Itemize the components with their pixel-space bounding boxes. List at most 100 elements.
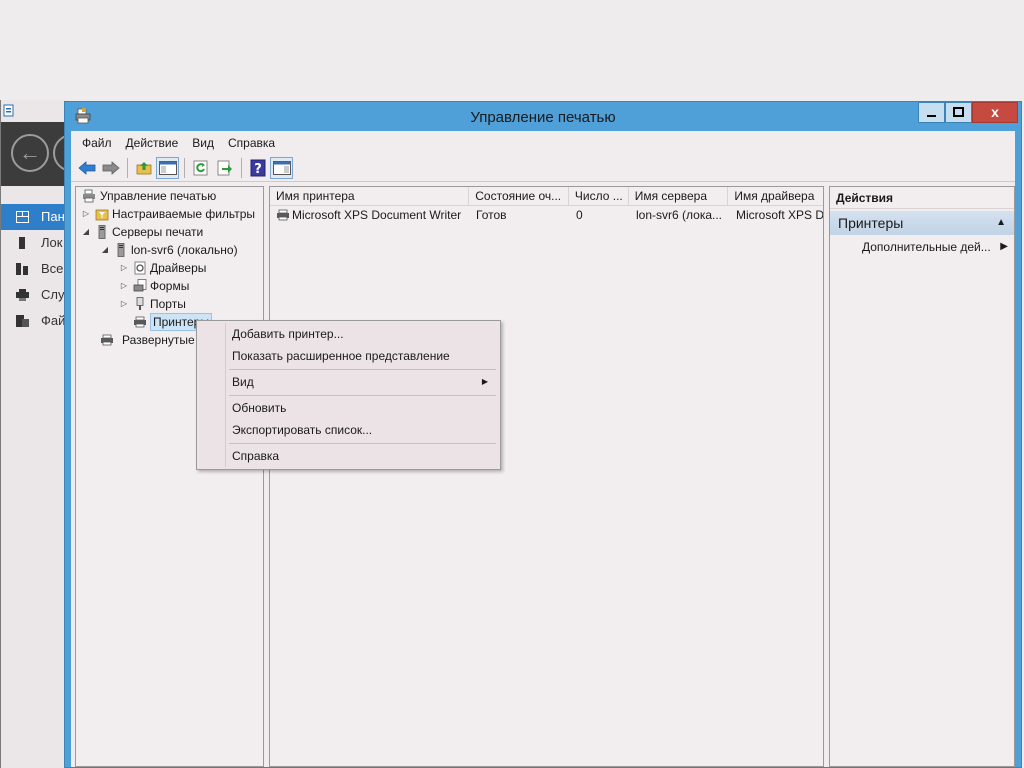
context-menu-add-printer[interactable]: Добавить принтер... <box>199 323 498 345</box>
sidebar-item-file-services[interactable]: Фай <box>1 308 71 334</box>
tree-label: Порты <box>150 297 186 311</box>
server-icon <box>98 225 106 239</box>
all-servers-icon <box>16 263 28 275</box>
back-icon <box>77 161 95 175</box>
context-menu-view[interactable]: Вид ▶ <box>199 371 498 393</box>
background-sidebar: Пан Лок Все Слу Фай <box>1 204 71 334</box>
cell-jobs-count: 0 <box>576 208 583 222</box>
filter-folder-icon <box>95 209 109 221</box>
expand-arrow-icon[interactable]: ▷ <box>120 259 128 277</box>
menu-action[interactable]: Действие <box>119 136 186 150</box>
forms-icon <box>133 279 147 292</box>
tree-label: Управление печатью <box>100 189 217 203</box>
sidebar-item-label: Все <box>41 261 64 276</box>
expand-arrow-icon[interactable]: ▷ <box>120 277 128 295</box>
tree-label: Формы <box>150 279 190 293</box>
more-actions-label: Дополнительные дей... <box>862 240 991 254</box>
export-icon <box>217 160 232 176</box>
up-one-level-button[interactable] <box>132 157 155 179</box>
sidebar-item-services[interactable]: Слу <box>1 282 71 308</box>
close-icon: x <box>991 104 999 120</box>
submenu-arrow-icon: ▶ <box>1000 241 1008 252</box>
column-header-jobs-count[interactable]: Число ... <box>569 187 629 206</box>
menu-file[interactable]: Файл <box>75 136 119 150</box>
collapse-arrow-icon[interactable]: ◢ <box>82 223 90 241</box>
sidebar-item-all-servers[interactable]: Все <box>1 256 71 282</box>
minimize-button[interactable] <box>918 102 945 123</box>
expand-arrow-icon[interactable]: ▷ <box>120 295 128 313</box>
print-management-icon <box>83 189 95 203</box>
drivers-icon <box>134 261 146 275</box>
up-folder-icon <box>136 162 151 175</box>
collapse-up-icon[interactable]: ▲ <box>996 211 1006 235</box>
context-menu-separator <box>229 395 496 396</box>
printer-list: Имя принтера Состояние оч... Число ... И… <box>269 186 824 767</box>
panes-container: Управление печатью ▷ Настраиваемые фильт… <box>71 184 1015 767</box>
back-button[interactable] <box>75 157 98 179</box>
more-actions-item[interactable]: Дополнительные дей... ▶ <box>830 235 1014 259</box>
background-server-manager-window: ← → Пан Лок Все Слу <box>0 100 91 768</box>
cell-queue-status: Готов <box>476 208 507 222</box>
list-header: Имя принтера Состояние оч... Число ... И… <box>270 187 823 206</box>
help-button[interactable]: ? <box>246 157 269 179</box>
refresh-button[interactable] <box>189 157 212 179</box>
export-list-button[interactable] <box>213 157 236 179</box>
column-header-printer-name[interactable]: Имя принтера <box>270 187 470 206</box>
context-menu-help[interactable]: Справка <box>199 445 498 467</box>
window-title: Управление печатью <box>470 109 616 126</box>
tree-label: lon-svr6 (локально) <box>131 243 238 257</box>
column-header-driver-name[interactable]: Имя драйвера <box>728 187 823 206</box>
maximize-button[interactable] <box>945 102 972 123</box>
actions-group-printers[interactable]: Принтеры ▲ <box>830 211 1014 235</box>
svg-text:?: ? <box>254 162 262 177</box>
sidebar-item-label: Слу <box>41 287 65 302</box>
sidebar-item-label: Лок <box>41 235 63 250</box>
forward-button[interactable] <box>99 157 122 179</box>
menu-bar: Файл Действие Вид Справка <box>71 131 1015 155</box>
cell-driver-name: Microsoft XPS Do <box>736 208 823 222</box>
show-hide-action-pane-button[interactable] <box>270 157 293 179</box>
actions-group-label: Принтеры <box>838 215 904 231</box>
window-titlebar[interactable]: Управление печатью x <box>65 102 1021 132</box>
close-button[interactable]: x <box>972 102 1018 123</box>
show-hide-tree-icon <box>158 161 177 175</box>
menu-help[interactable]: Справка <box>221 136 282 150</box>
collapse-arrow-icon[interactable]: ◢ <box>101 241 109 259</box>
context-menu-refresh[interactable]: Обновить <box>199 397 498 419</box>
maximize-icon <box>953 107 964 117</box>
context-menu-separator <box>229 443 496 444</box>
toolbar-separator <box>184 158 185 178</box>
services-icon <box>16 289 29 301</box>
cell-printer-name: Microsoft XPS Document Writer <box>270 206 470 225</box>
menu-view[interactable]: Вид <box>185 136 221 150</box>
toolbar-separator <box>127 158 128 178</box>
file-services-icon <box>16 315 29 327</box>
background-titlebar <box>1 100 70 122</box>
actions-pane: Действия Принтеры ▲ Дополнительные дей..… <box>829 186 1015 767</box>
expand-arrow-icon[interactable]: ▷ <box>82 205 90 223</box>
sidebar-item-local-server[interactable]: Лок <box>1 230 71 256</box>
tree-label: Серверы печати <box>112 225 204 239</box>
sidebar-item-dashboard[interactable]: Пан <box>1 204 71 230</box>
show-hide-console-tree-button[interactable] <box>156 157 179 179</box>
sidebar-item-label: Пан <box>41 209 65 224</box>
help-icon: ? <box>250 159 265 177</box>
ports-icon <box>136 297 144 310</box>
actions-title: Действия <box>830 187 1014 209</box>
context-menu-extended-view[interactable]: Показать расширенное представление <box>199 345 498 367</box>
column-header-server-name[interactable]: Имя сервера <box>629 187 729 206</box>
cell-server-name: lon-svr6 (лока... <box>636 208 723 222</box>
action-pane-icon <box>272 161 291 175</box>
column-header-queue-status[interactable]: Состояние оч... <box>469 187 569 206</box>
printer-icon <box>134 316 146 328</box>
table-row[interactable]: Microsoft XPS Document Writer Готов 0 lo… <box>270 206 823 225</box>
context-menu-export-list[interactable]: Экспортировать список... <box>199 419 498 441</box>
printer-icon <box>101 334 113 346</box>
sidebar-item-label: Фай <box>41 313 66 328</box>
submenu-arrow-icon: ▶ <box>481 377 488 386</box>
context-menu: Добавить принтер... Показать расширенное… <box>196 320 501 470</box>
forward-icon <box>102 161 120 175</box>
back-arrow-icon[interactable]: ← <box>11 134 49 172</box>
context-menu-view-label: Вид <box>232 375 254 389</box>
background-navigation-bar: ← → <box>1 122 91 186</box>
